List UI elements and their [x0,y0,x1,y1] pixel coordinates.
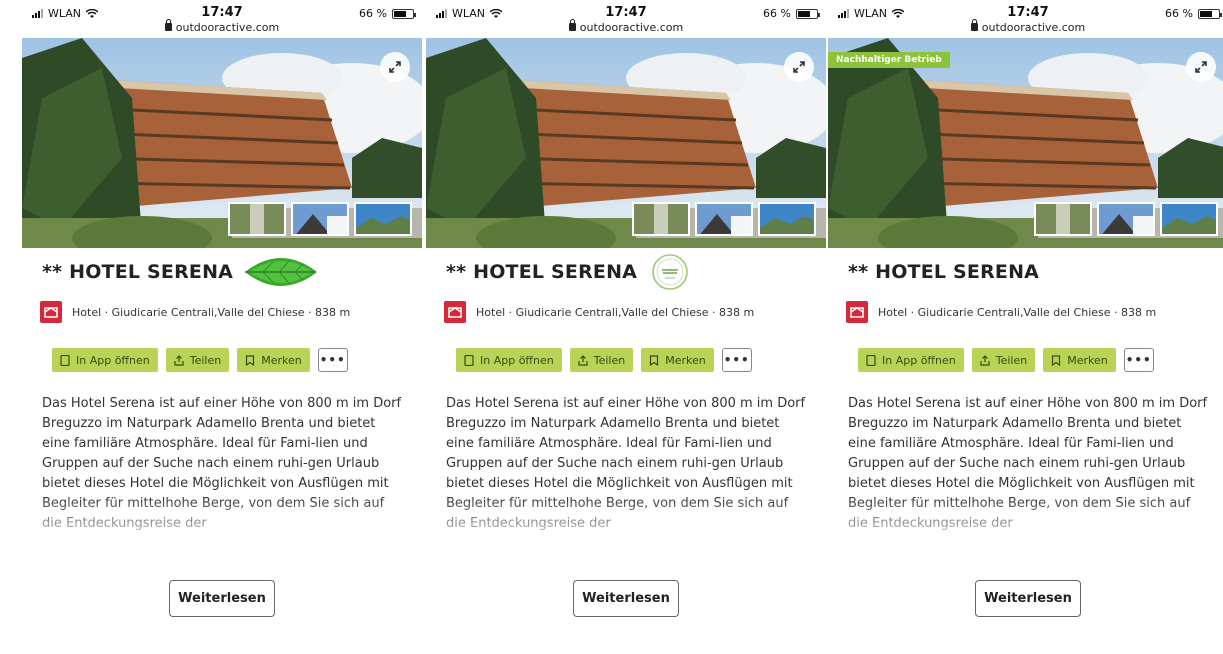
more-options-button[interactable]: ••• [721,348,752,372]
expand-icon [1195,61,1207,73]
open-in-app-button[interactable]: In App öffnen [52,348,158,372]
expand-icon [389,61,401,73]
thumbnail-strip [228,202,412,236]
lock-icon [164,19,172,31]
hotel-category-icon [40,301,62,323]
bookmark-icon [1052,354,1061,366]
read-more-button[interactable]: Weiterlesen [975,580,1081,617]
hotel-title: ** HOTEL SERENA [446,261,638,283]
share-button[interactable]: Teilen [165,348,230,372]
share-icon [174,354,184,366]
thumbnail[interactable] [1034,202,1092,236]
thumbnail[interactable] [758,202,816,236]
thumbnail[interactable] [695,202,753,236]
thumbnail-strip [632,202,816,236]
read-more-button[interactable]: Weiterlesen [169,580,275,617]
fullscreen-button[interactable] [380,52,410,82]
lock-icon [970,19,978,31]
battery-icon [796,8,820,19]
share-icon [980,354,990,366]
hotel-category-icon [846,301,868,323]
bookmark-icon [650,354,659,366]
bookmark-button[interactable]: Merken [641,348,714,372]
thumbnail[interactable] [291,202,349,236]
phone-screen-3: WLAN 17:47 outdooractive.com 66 % Nachha… [828,0,1223,654]
action-bar: In App öffnen Teilen Merken ••• [426,348,826,374]
lock-icon [568,19,576,31]
hotel-title: ** HOTEL SERENA [42,261,234,283]
thumbnail[interactable] [1160,202,1218,236]
category-text: Hotel · Giudicarie Centrali,Valle del Ch… [878,305,1157,319]
address-bar[interactable]: outdooractive.com [828,19,1223,34]
thumbnail[interactable] [632,202,690,236]
expand-icon [793,61,805,73]
address-bar[interactable]: outdooractive.com [426,19,826,34]
battery-icon [1198,8,1222,19]
phone-icon [866,354,876,366]
category-text: Hotel · Giudicarie Centrali,Valle del Ch… [476,305,755,319]
battery-percent: 66 % [359,7,387,20]
thumbnail[interactable] [228,202,286,236]
phone-screen-2: WLAN 17:47 outdooractive.com 66 % ** HOT… [426,0,826,654]
status-bar: WLAN 17:47 outdooractive.com 66 % [426,0,826,38]
more-options-button[interactable]: ••• [317,348,348,372]
fullscreen-button[interactable] [1186,52,1216,82]
share-button[interactable]: Teilen [569,348,634,372]
bookmark-button[interactable]: Merken [237,348,310,372]
status-bar: WLAN 17:47 outdooractive.com 66 % [22,0,422,38]
thumbnail-strip [1034,202,1218,236]
share-button[interactable]: Teilen [971,348,1036,372]
bookmark-button[interactable]: Merken [1043,348,1116,372]
hero-image[interactable]: Nachhaltiger Betrieb [828,38,1223,248]
action-bar: In App öffnen Teilen Merken ••• [828,348,1223,374]
category-text: Hotel · Giudicarie Centrali,Valle del Ch… [72,305,351,319]
read-more-button[interactable]: Weiterlesen [573,580,679,617]
url-text: outdooractive.com [579,21,684,34]
phone-icon [60,354,70,366]
battery-percent: 66 % [1165,7,1193,20]
status-bar: WLAN 17:47 outdooractive.com 66 % [828,0,1223,38]
address-bar[interactable]: outdooractive.com [22,19,422,34]
url-text: outdooractive.com [981,21,1086,34]
battery-icon [392,8,416,19]
hotel-title: ** HOTEL SERENA [848,261,1040,283]
hero-image[interactable] [22,38,422,248]
share-icon [578,354,588,366]
hero-image[interactable] [426,38,826,248]
clock: 17:47 [1007,5,1049,20]
url-text: outdooractive.com [175,21,280,34]
thumbnail[interactable] [354,202,412,236]
open-in-app-button[interactable]: In App öffnen [858,348,964,372]
good-travel-seal-icon [652,254,688,290]
open-in-app-button[interactable]: In App öffnen [456,348,562,372]
hotel-category-icon [444,301,466,323]
leaf-icon [245,258,318,286]
sustainability-badge: Nachhaltiger Betrieb [828,52,950,68]
phone-icon [464,354,474,366]
action-bar: In App öffnen Teilen Merken ••• [22,348,422,374]
thumbnail[interactable] [1097,202,1155,236]
bookmark-icon [246,354,255,366]
fullscreen-button[interactable] [784,52,814,82]
battery-percent: 66 % [763,7,791,20]
more-options-button[interactable]: ••• [1123,348,1154,372]
phone-screen-1: WLAN 17:47 outdooractive.com 66 % ** HOT… [22,0,422,654]
